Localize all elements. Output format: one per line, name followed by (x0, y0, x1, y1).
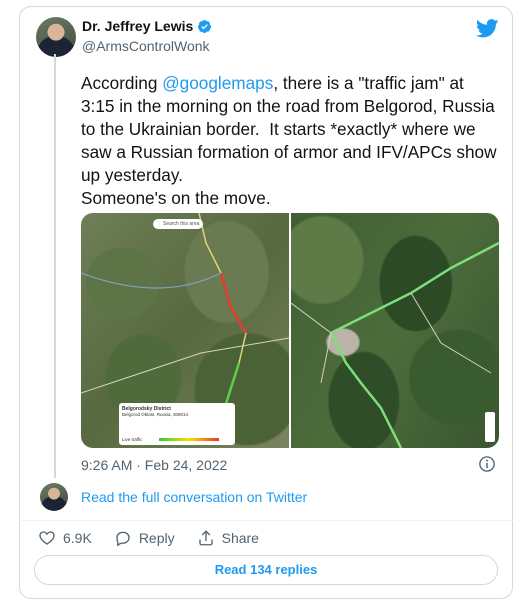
thread-line (54, 54, 56, 478)
reply-button[interactable]: Reply (114, 529, 175, 547)
share-button[interactable]: Share (197, 529, 259, 547)
reply-label: Reply (138, 530, 175, 546)
twitter-bird-icon[interactable] (476, 19, 499, 38)
reader-avatar (40, 483, 68, 511)
media-grid[interactable]: Search this area Belgorodsky District Be… (81, 213, 499, 448)
map-screenshot-left[interactable]: Search this area Belgorodsky District Be… (81, 213, 289, 448)
action-bar: 6.9K Reply Share (38, 529, 281, 547)
info-icon[interactable] (478, 455, 496, 473)
share-label: Share (221, 530, 259, 546)
traffic-legend-bar (159, 438, 219, 441)
map-info-subtitle: Belgorod Oblast, Russia, 308014 (122, 412, 189, 417)
map-zoom-control[interactable] (485, 412, 495, 442)
author-display-name[interactable]: Dr. Jeffrey Lewis (82, 18, 193, 34)
heart-icon (39, 531, 55, 545)
map-info-card[interactable]: Belgorodsky District Belgorod Oblast, Ru… (119, 403, 235, 445)
share-icon (198, 530, 213, 546)
map-live-traffic-label: Live traffic (122, 437, 143, 442)
author-avatar[interactable] (36, 17, 76, 57)
verified-badge-icon (198, 19, 212, 33)
tweet-text-part: , there is a "traffic jam" at 3:15 in th… (81, 73, 497, 208)
read-replies-button[interactable]: Read 134 replies (34, 555, 498, 585)
author-name-row[interactable]: Dr. Jeffrey Lewis (82, 18, 212, 34)
map-screenshot-right[interactable] (291, 213, 499, 448)
read-full-conversation-link[interactable]: Read the full conversation on Twitter (81, 489, 307, 505)
reply-bubble-icon (116, 531, 130, 547)
tweet-text: According @googlemaps, there is a "traff… (81, 72, 501, 210)
map-search-box[interactable]: Search this area (153, 219, 203, 229)
like-button[interactable]: 6.9K (38, 529, 92, 547)
tweet-timestamp[interactable]: 9:26 AM · Feb 24, 2022 (81, 457, 227, 473)
divider (19, 520, 513, 521)
map-roads (291, 241, 499, 448)
tweet-text-part: According (81, 73, 163, 93)
mention-link[interactable]: @googlemaps (162, 73, 273, 93)
like-count: 6.9K (63, 530, 92, 546)
author-handle[interactable]: @ArmsControlWonk (82, 38, 210, 54)
